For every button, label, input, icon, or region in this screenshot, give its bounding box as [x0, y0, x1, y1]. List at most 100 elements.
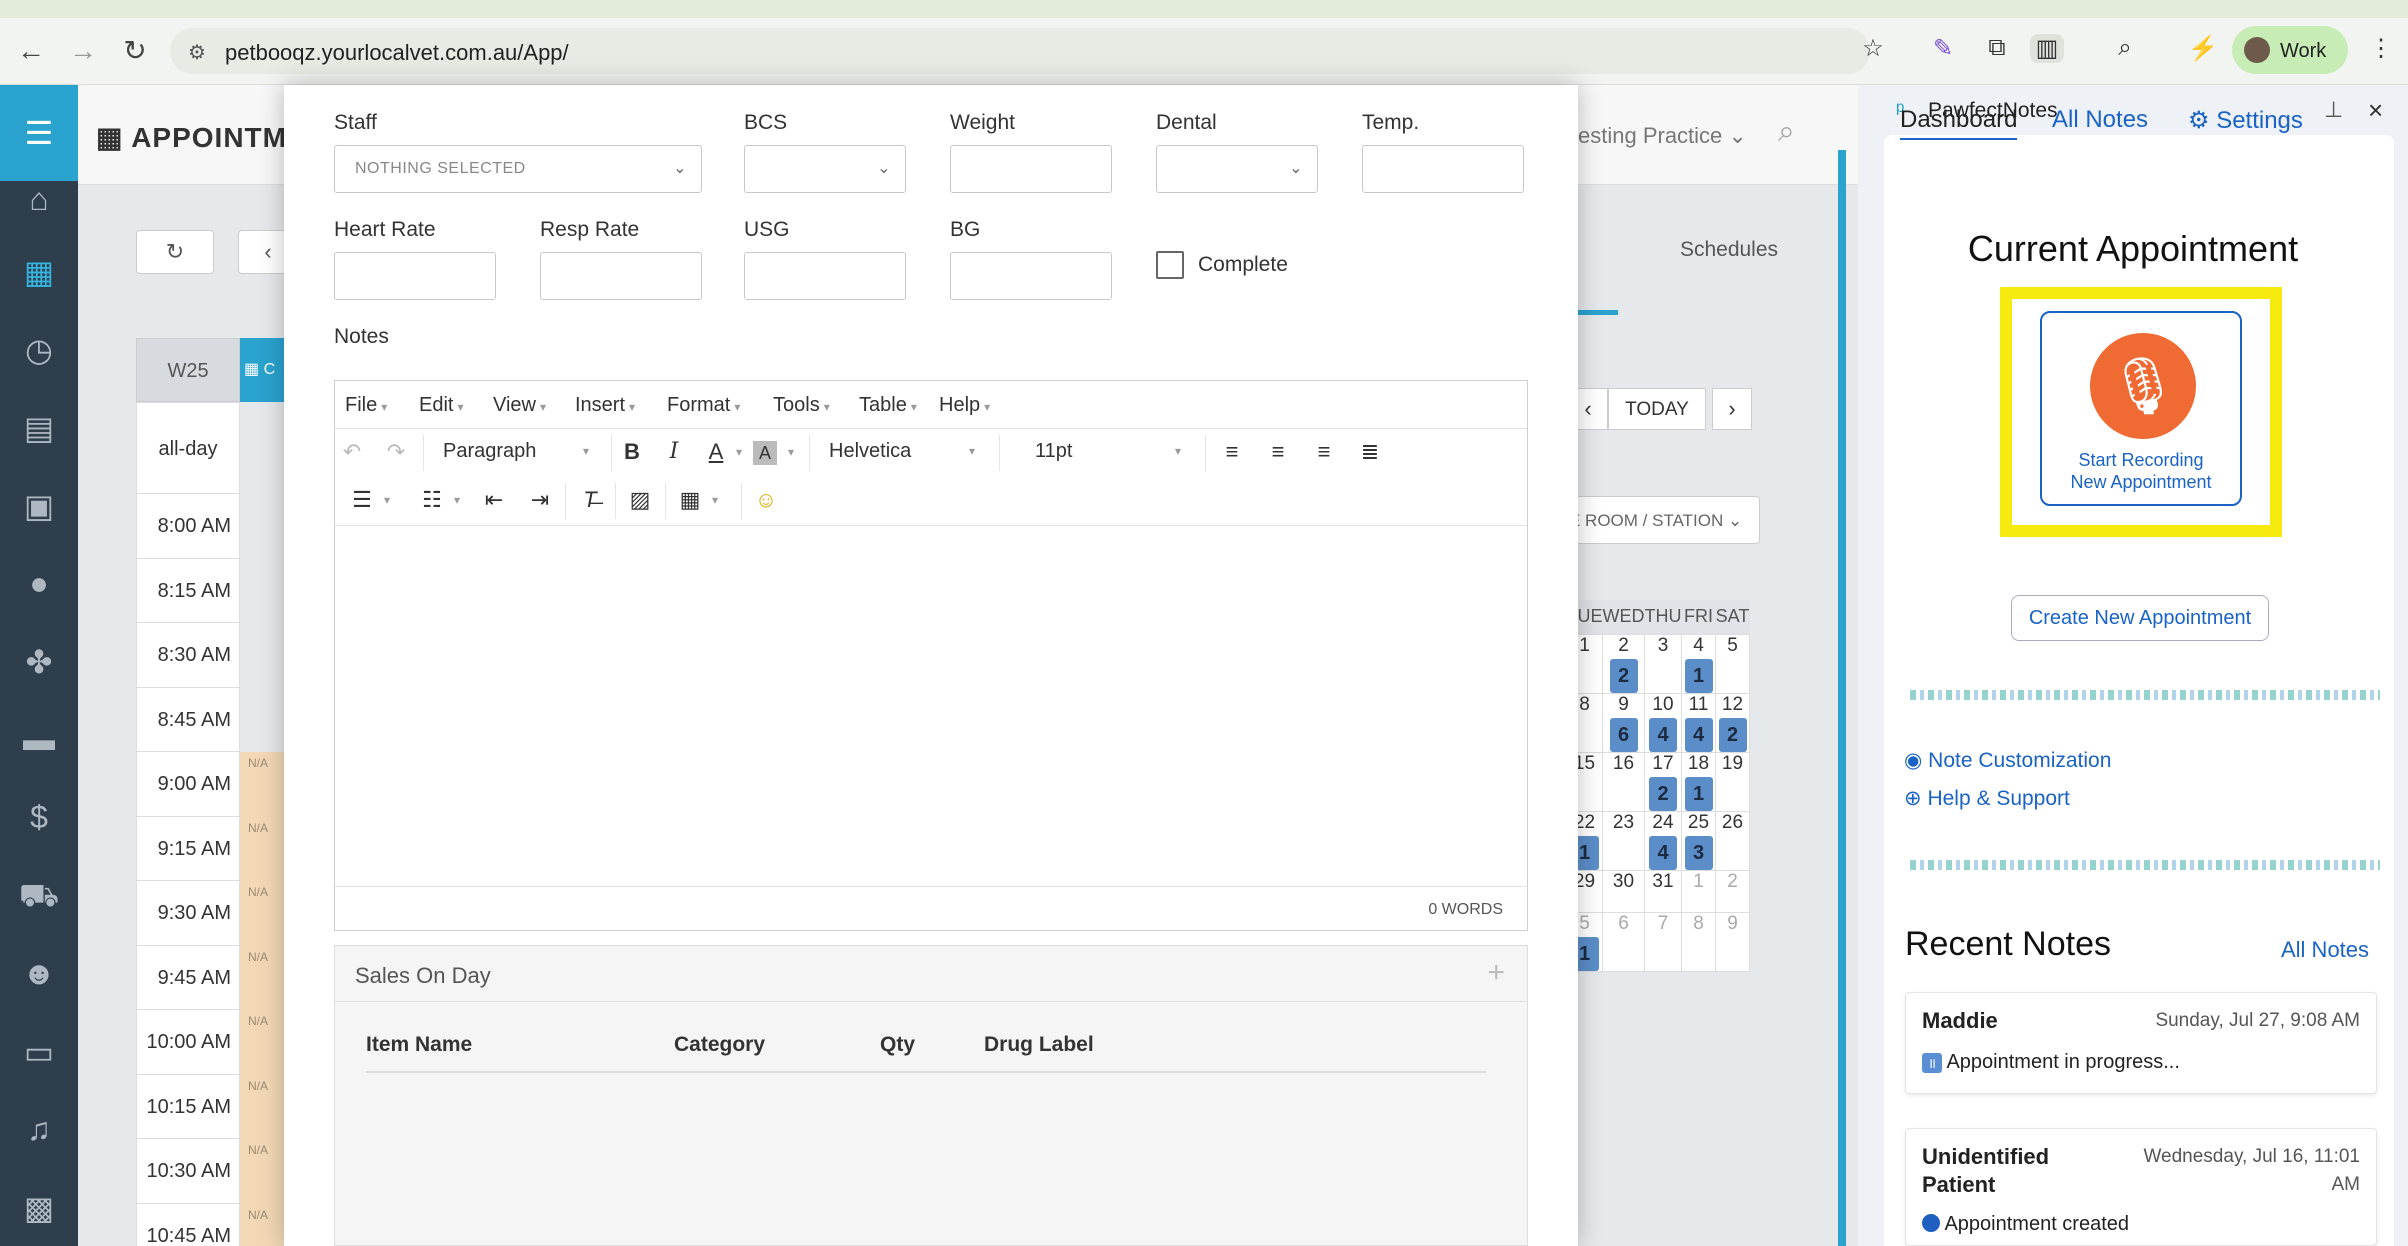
users-icon[interactable]: ☻ — [0, 955, 78, 992]
help-support-link[interactable]: ⊕ Help & Support — [1904, 786, 2070, 811]
menu-item-format[interactable]: Format ▾ — [667, 394, 740, 417]
search-icon[interactable]: ⌕ — [1778, 115, 1795, 149]
calendar-day[interactable]: 8 — [1681, 911, 1716, 972]
site-settings-icon[interactable]: ⚙ — [188, 40, 206, 65]
star-icon[interactable]: ☆ — [1856, 34, 1890, 63]
font-family-select[interactable]: Helvetica ▾ — [829, 440, 989, 463]
recent-all-notes-link[interactable]: All Notes — [2281, 937, 2369, 963]
calendar-day[interactable]: 17 2 — [1644, 751, 1682, 812]
calendar-day[interactable]: 18 1 — [1681, 751, 1716, 812]
temp-field[interactable] — [1362, 145, 1524, 193]
menu-item-view[interactable]: View ▾ — [493, 394, 546, 417]
calendar-day[interactable]: 22 — [1602, 633, 1645, 694]
today-button[interactable]: TODAY — [1608, 388, 1706, 430]
appointment-count-badge[interactable]: 3 — [1684, 835, 1713, 870]
refresh-button[interactable]: ↻ — [136, 230, 214, 274]
outdent-icon[interactable]: ⇤ — [477, 487, 511, 513]
numbered-list-icon[interactable]: ☷ — [415, 487, 449, 513]
calendar-day[interactable]: 19 — [1715, 751, 1750, 812]
performance-icon[interactable]: ⚡ — [2186, 34, 2220, 63]
bullet-list-icon[interactable]: ☰ — [345, 487, 379, 513]
paw-icon[interactable]: ✤ — [0, 643, 78, 681]
chevron-down-icon[interactable]: ▾ — [781, 445, 801, 459]
calendar-day[interactable]: 23 — [1602, 810, 1645, 871]
calendar-day[interactable]: 11 4 — [1681, 692, 1716, 753]
tab-dashboard[interactable]: Dashboard — [1900, 106, 2018, 140]
home-icon[interactable]: ⌂ — [0, 181, 78, 218]
calendar-day[interactable]: 2 — [1715, 869, 1750, 913]
calendar-day[interactable]: 6 — [1602, 911, 1645, 972]
emoji-icon[interactable]: ☺ — [749, 487, 783, 513]
calendar-day[interactable]: 9 — [1715, 911, 1750, 972]
calendar-day[interactable]: 5 — [1715, 633, 1750, 694]
complete-checkbox[interactable] — [1156, 251, 1184, 279]
extensions-icon[interactable]: ⧉ — [1980, 34, 2014, 62]
close-icon[interactable]: × — [2368, 95, 2383, 126]
note-card[interactable]: Maddie Sunday, Jul 27, 9:08 AM ॥ Appoint… — [1905, 992, 2377, 1094]
clipboard-icon[interactable]: ▣ — [0, 487, 78, 525]
calendar-icon[interactable]: ▦ — [0, 253, 78, 291]
calendar-day[interactable]: 1 — [1681, 869, 1716, 913]
id-card-icon[interactable]: ▭ — [0, 1033, 78, 1071]
table-icon[interactable]: ▦ — [673, 487, 707, 513]
chevron-down-icon[interactable]: ▾ — [705, 493, 725, 507]
appointment-count-badge[interactable]: 6 — [1609, 717, 1638, 752]
bg-field[interactable] — [950, 252, 1112, 300]
bcs-select[interactable]: ⌄ — [744, 145, 906, 193]
kebab-menu-icon[interactable]: ⋮ — [2364, 34, 2398, 63]
calendar-day[interactable]: 7 — [1644, 911, 1682, 972]
resp-rate-field[interactable] — [540, 252, 702, 300]
schedule-icon[interactable]: ▤ — [0, 409, 78, 447]
calendar-day[interactable]: 12 2 — [1715, 692, 1750, 753]
side-panel-icon[interactable]: ▥ — [2030, 34, 2064, 63]
back-icon[interactable]: ← — [14, 34, 48, 68]
profile-button[interactable]: Work — [2232, 26, 2348, 74]
note-customization-link[interactable]: ◉ Note Customization — [1904, 748, 2111, 773]
clear-format-icon[interactable]: T̶ — [573, 487, 607, 513]
calendar-day[interactable]: 96 — [1602, 692, 1645, 753]
calendar-day[interactable]: 25 3 — [1681, 810, 1716, 871]
appointment-count-badge[interactable]: 4 — [1684, 717, 1713, 752]
plus-icon[interactable]: + — [1487, 956, 1505, 990]
clock-icon[interactable]: ◷ — [0, 331, 78, 369]
reload-icon[interactable]: ↻ — [118, 34, 152, 68]
menu-item-file[interactable]: File ▾ — [345, 394, 387, 417]
calendar-day[interactable]: 3 — [1644, 633, 1682, 694]
practice-selector[interactable]: esting Practice ⌄ — [1578, 123, 1747, 149]
calendar-day[interactable]: 31 — [1644, 869, 1682, 913]
block-format-select[interactable]: Paragraph ▾ — [443, 440, 603, 463]
redo-icon[interactable]: ↷ — [379, 439, 413, 465]
sales-panel-header[interactable]: Sales On Day + — [335, 946, 1527, 1002]
menu-item-edit[interactable]: Edit ▾ — [419, 394, 464, 417]
create-appointment-button[interactable]: Create New Appointment — [2011, 595, 2269, 641]
align-right-icon[interactable]: ≡ — [1307, 439, 1341, 465]
card-icon[interactable]: ▬ — [0, 721, 78, 758]
calendar-day[interactable]: 10 4 — [1644, 692, 1682, 753]
chevron-down-icon[interactable]: ▾ — [447, 493, 467, 507]
highlight-color-icon[interactable]: A — [753, 441, 777, 465]
indent-icon[interactable]: ⇥ — [523, 487, 557, 513]
user-icon[interactable]: ● — [0, 565, 78, 602]
appointment-count-badge[interactable]: 4 — [1649, 835, 1677, 870]
forward-icon[interactable]: → — [66, 34, 100, 68]
calendar-day[interactable]: 41 — [1681, 633, 1716, 694]
calendar-day[interactable]: 16 — [1602, 751, 1645, 812]
usg-field[interactable] — [744, 252, 906, 300]
pin-icon[interactable]: ⊥ — [2324, 97, 2343, 123]
menu-item-tools[interactable]: Tools ▾ — [773, 394, 830, 417]
scrollbar[interactable] — [1838, 150, 1846, 1246]
staff-select[interactable]: NOTHING SELECTED ⌄ — [334, 145, 702, 193]
menu-item-help[interactable]: Help ▾ — [939, 394, 990, 417]
address-bar[interactable]: ⚙ petbooqz.yourlocalvet.com.au/App/ — [170, 28, 1870, 74]
appointment-count-badge[interactable]: 1 — [1684, 658, 1713, 693]
cal-next-button[interactable]: › — [1712, 388, 1752, 430]
dollar-icon[interactable]: $ — [0, 799, 78, 836]
start-recording-button[interactable]: 🎙 Start Recording New Appointment — [2040, 311, 2242, 506]
align-center-icon[interactable]: ≡ — [1261, 439, 1295, 465]
italic-icon[interactable]: I — [657, 439, 691, 464]
heart-rate-field[interactable] — [334, 252, 496, 300]
dental-select[interactable]: ⌄ — [1156, 145, 1318, 193]
bold-icon[interactable]: B — [615, 439, 649, 465]
screen-search-icon[interactable]: ⌕ — [2108, 34, 2142, 62]
note-card[interactable]: Unidentified Patient Wednesday, Jul 16, 1… — [1905, 1128, 2377, 1246]
